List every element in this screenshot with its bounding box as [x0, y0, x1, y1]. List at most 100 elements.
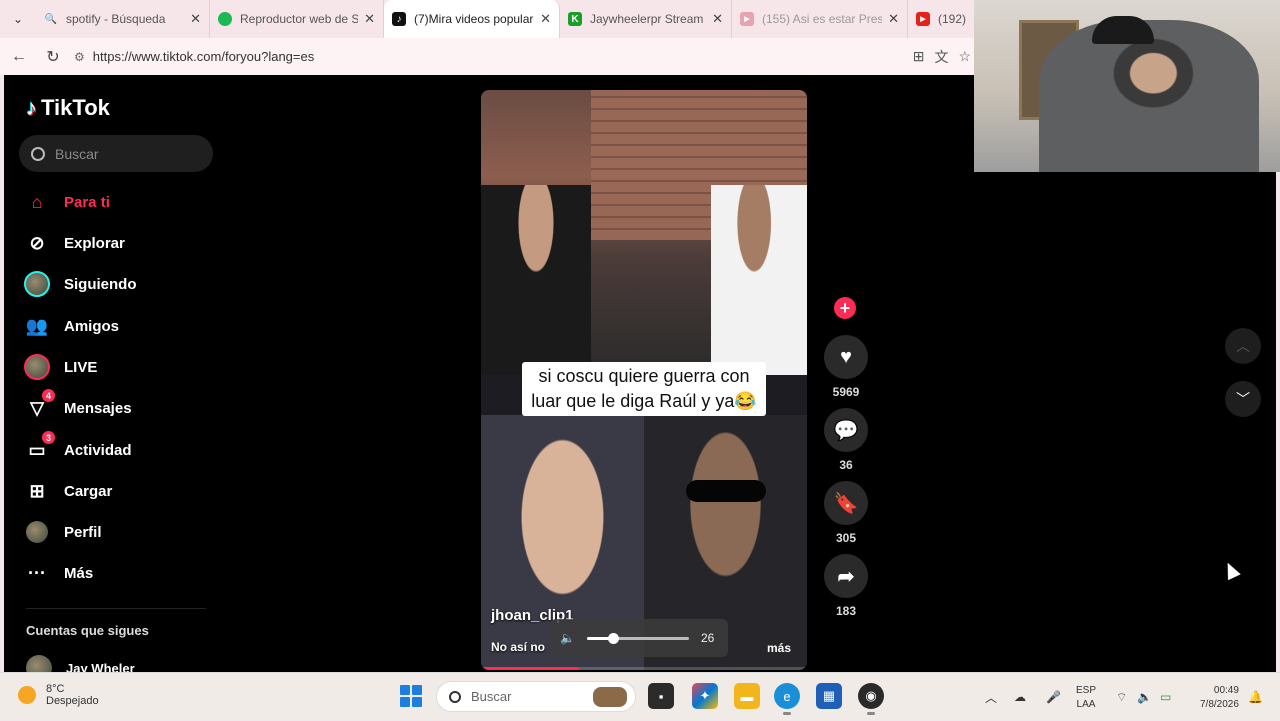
- next-video-chevron-down-icon[interactable]: ﹀: [1225, 381, 1261, 417]
- video-caption: si coscu quiere guerra con luar que le d…: [522, 362, 766, 416]
- browser-tab-active[interactable]: ♪ (7)Mira videos populare ✕: [384, 0, 560, 38]
- sidebar-item-label: Cargar: [64, 482, 113, 500]
- kick-favicon-icon: K: [568, 12, 582, 26]
- close-tab-icon[interactable]: ✕: [540, 11, 551, 27]
- weather-widget[interactable]: 8°C Despejado: [18, 683, 99, 707]
- copilot-icon[interactable]: ✦: [692, 683, 718, 709]
- comment-button[interactable]: 💬 36: [822, 408, 870, 472]
- back-arrow-icon[interactable]: ←: [2, 40, 36, 74]
- heart-icon: ♥: [824, 335, 868, 379]
- volume-control[interactable]: 🔈 26: [550, 619, 728, 657]
- save-count: 305: [835, 531, 857, 545]
- save-button[interactable]: 🔖 305: [822, 481, 870, 545]
- share-count: 183: [835, 604, 857, 618]
- wifi-icon[interactable]: ⌔: [1116, 673, 1127, 721]
- sidebar-item-live[interactable]: LIVE: [22, 352, 97, 382]
- sidebar-item-amigos[interactable]: 👥 Amigos: [22, 311, 119, 341]
- translate-icon[interactable]: 文: [934, 47, 948, 67]
- brand-name: TikTok: [41, 95, 110, 120]
- sidebar-item-explorar[interactable]: ⊘ Explorar: [22, 228, 124, 258]
- search-placeholder: Buscar: [55, 145, 99, 162]
- apps-icon[interactable]: ⊞: [913, 48, 925, 65]
- video-progress-bar[interactable]: [481, 667, 807, 670]
- followed-account[interactable]: Jay Wheler: [26, 655, 135, 672]
- url-text: https://www.tiktok.com/foryou?lang=es: [92, 49, 315, 64]
- clock-time: 00:49: [1213, 685, 1239, 696]
- tiktok-logo[interactable]: ♪ TikTok: [26, 95, 110, 121]
- address-bar: ← ↻ ⚙ https://www.tiktok.com/foryou?lang…: [0, 38, 975, 75]
- tray-chevron-up-icon[interactable]: ︿: [985, 673, 997, 721]
- tab-label: (192) CH: [938, 12, 967, 26]
- sidebar-item-label: Siguiendo: [64, 275, 137, 293]
- reload-icon[interactable]: ↻: [36, 40, 70, 74]
- microsoft-store-icon[interactable]: ▦: [816, 683, 842, 709]
- site-info-icon[interactable]: ⚙: [74, 50, 85, 64]
- tab-label: (7)Mira videos populare: [414, 12, 535, 26]
- close-tab-icon[interactable]: ✕: [712, 11, 723, 27]
- volume-icon[interactable]: 🔈: [1137, 673, 1152, 721]
- video-description: No así no: [491, 640, 546, 654]
- weather-description: Despejado: [46, 695, 99, 707]
- edge-browser-icon[interactable]: e: [774, 683, 800, 715]
- browser-tab[interactable]: ▶ (155) Asi es estar Preso ✕: [732, 0, 908, 38]
- video-player[interactable]: si coscu quiere guerra con luar que le d…: [481, 90, 807, 670]
- volume-slider[interactable]: [586, 632, 689, 644]
- url-field[interactable]: ⚙ https://www.tiktok.com/foryou?lang=es: [74, 49, 314, 64]
- like-button[interactable]: ♥ 5969: [822, 335, 870, 399]
- sidebar-item-cargar[interactable]: ⊞ Cargar: [22, 476, 112, 506]
- sidebar-item-mensajes[interactable]: ▽ 4 Mensajes: [22, 389, 132, 423]
- sidebar-item-mas[interactable]: ··· Más: [22, 558, 93, 588]
- close-tab-icon[interactable]: ✕: [364, 11, 375, 27]
- microphone-icon[interactable]: 🎤: [1046, 673, 1061, 721]
- sidebar-item-perfil[interactable]: Perfil: [22, 517, 102, 547]
- browser-tab[interactable]: 🔍 spotify - Búsqueda ✕: [36, 0, 210, 38]
- sidebar-divider: [26, 608, 206, 609]
- speaker-icon[interactable]: 🔈: [560, 631, 575, 645]
- youtube-favicon-icon: ▶: [740, 12, 754, 26]
- sidebar-item-label: Para ti: [64, 193, 110, 211]
- follow-plus-icon[interactable]: +: [834, 297, 856, 319]
- taskbar-search-placeholder: Buscar: [471, 689, 512, 704]
- like-count: 5969: [832, 385, 860, 399]
- comment-icon: 💬: [824, 408, 868, 452]
- previous-video-chevron-up-icon[interactable]: ︿: [1225, 328, 1261, 364]
- battery-icon[interactable]: ▭: [1160, 673, 1171, 721]
- taskbar: 8°C Despejado Buscar ▪ ✦ ▬ e ▦ ◉ ︿ ☁ 🎤 E…: [0, 672, 1280, 720]
- chrome-browser-icon[interactable]: ◉: [858, 683, 884, 715]
- clock-date: 7/8/2026: [1200, 699, 1239, 710]
- volume-slider-knob[interactable]: [608, 632, 620, 644]
- see-more-link[interactable]: más: [767, 641, 791, 655]
- sidebar-item-para-ti[interactable]: ⌂ Para ti: [22, 187, 110, 217]
- following-avatar-icon: [22, 269, 52, 299]
- windows-start-icon[interactable]: [400, 685, 422, 707]
- tab-search-chevron-icon[interactable]: ⌄: [0, 0, 36, 38]
- following-section-title: Cuentas que sigues: [26, 623, 149, 638]
- sidebar-item-label: Amigos: [64, 317, 120, 335]
- share-arrow-icon: ➦: [824, 554, 868, 598]
- onedrive-icon[interactable]: ☁: [1014, 673, 1026, 721]
- activity-badge: 3: [42, 431, 55, 444]
- system-clock[interactable]: 00:49 7/8/2026: [1200, 684, 1239, 712]
- task-view-icon[interactable]: ▪: [648, 683, 674, 709]
- compass-icon: ⊘: [29, 232, 45, 253]
- search-input[interactable]: Buscar: [19, 135, 213, 172]
- notifications-icon[interactable]: 🔔: [1248, 673, 1263, 721]
- keyboard-layout: LAA: [1076, 699, 1096, 710]
- browser-tab[interactable]: ▶ (192) CH: [908, 0, 975, 38]
- video-progress-fill: [481, 667, 579, 670]
- taskbar-search-input[interactable]: Buscar: [436, 681, 636, 712]
- share-button[interactable]: ➦ 183: [822, 554, 870, 618]
- close-tab-icon[interactable]: ✕: [888, 11, 899, 27]
- bookmark-star-icon[interactable]: ☆: [958, 48, 971, 65]
- tab-label: spotify - Búsqueda: [66, 12, 166, 26]
- input-language-indicator[interactable]: ESP LAA: [1076, 684, 1096, 712]
- sidebar-item-siguiendo[interactable]: Siguiendo: [22, 269, 137, 299]
- sidebar-item-label: Mensajes: [64, 399, 132, 417]
- file-explorer-icon[interactable]: ▬: [734, 683, 760, 709]
- browser-tab[interactable]: K Jaywheelerpr Stream - V ✕: [560, 0, 732, 38]
- youtube-favicon-icon: ▶: [916, 12, 930, 26]
- tab-label: Reproductor web de Sp: [240, 12, 359, 26]
- close-tab-icon[interactable]: ✕: [190, 11, 201, 27]
- browser-tab[interactable]: Reproductor web de Sp ✕: [210, 0, 384, 38]
- sidebar-item-actividad[interactable]: ▭ 3 Actividad: [22, 431, 132, 465]
